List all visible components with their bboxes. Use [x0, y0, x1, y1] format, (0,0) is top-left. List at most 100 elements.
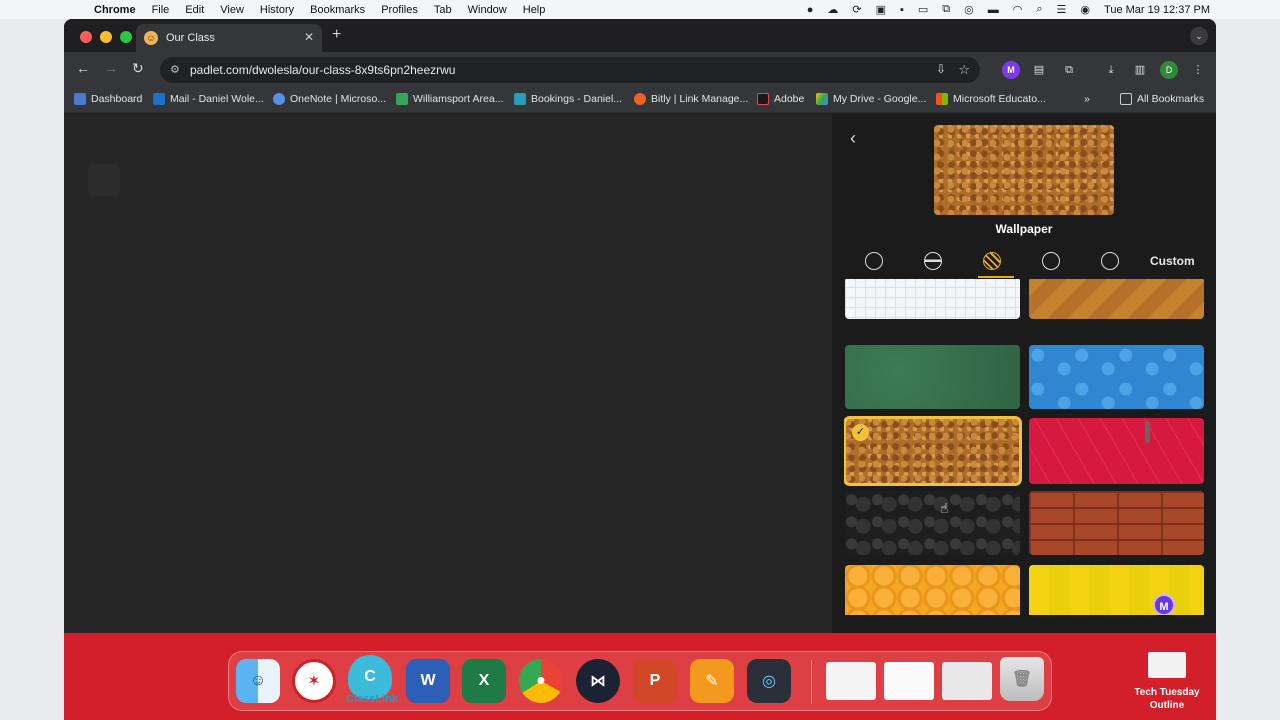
new-tab-button[interactable]: +	[332, 26, 341, 44]
gradient-tab-icon[interactable]	[924, 252, 942, 270]
tab-title: Our Class	[166, 32, 215, 44]
siri-icon[interactable]: ◉	[1080, 3, 1090, 16]
menu-app-name[interactable]: Chrome	[94, 4, 136, 16]
menu-profiles[interactable]: Profiles	[381, 4, 418, 16]
recent-spreadsheet-thumbnail[interactable]	[884, 662, 934, 700]
screenshot-icon[interactable]: ▣	[876, 3, 886, 16]
bookmarks-overflow-button[interactable]: »	[1084, 93, 1090, 105]
school-district-icon[interactable]: ✶	[292, 659, 336, 703]
control-center-icon[interactable]: ☰	[1057, 3, 1067, 16]
wallpaper-honeycomb[interactable]	[845, 565, 1020, 615]
screencast-icon[interactable]: ⋈	[576, 659, 620, 703]
trash-icon[interactable]: 🗑	[1000, 657, 1044, 701]
excel-icon[interactable]: X	[462, 659, 506, 703]
pages-icon[interactable]: ✎	[690, 659, 734, 703]
pattern-tab-icon[interactable]	[983, 252, 1001, 270]
bookmark-label: Dashboard	[91, 93, 143, 105]
wallpaper-brick[interactable]	[1029, 491, 1204, 555]
wallpaper-red-geometric[interactable]	[1029, 418, 1204, 484]
menu-bookmarks[interactable]: Bookmarks	[310, 4, 365, 16]
all-bookmarks-folder[interactable]: All Bookmarks	[1120, 93, 1204, 105]
zoom-window-button[interactable]	[120, 31, 132, 43]
recent-screenshot-thumbnail[interactable]	[942, 662, 992, 700]
bookmark-microsoft-educator[interactable]: Microsoft Educato...	[936, 93, 1046, 105]
menu-view[interactable]: View	[220, 4, 244, 16]
microsoft-icon	[936, 93, 948, 105]
sync-icon[interactable]: ⟳	[852, 3, 861, 16]
menu-help[interactable]: Help	[523, 4, 546, 16]
padlet-page: ‹ Wallpaper Custom ✓ M	[64, 114, 1216, 633]
tab-our-class[interactable]: ☺ Our Class ✕	[136, 24, 322, 52]
browser-toolbar: ← → ↻ ⚙ padlet.com/dwolesla/our-class-8x…	[64, 52, 1216, 88]
menu-window[interactable]: Window	[468, 4, 507, 16]
bookmark-my-drive[interactable]: My Drive - Google...	[816, 93, 926, 105]
wallpaper-grid-paper[interactable]	[845, 279, 1020, 319]
bookmark-bitly[interactable]: Bitly | Link Manage...	[634, 93, 748, 105]
battery-icon[interactable]: ▬	[988, 4, 999, 16]
dimmed-board-overlay[interactable]	[64, 114, 832, 633]
profile-avatar[interactable]: D	[1160, 61, 1178, 79]
close-window-button[interactable]	[80, 31, 92, 43]
wallpaper-black-paisley[interactable]	[845, 491, 1020, 555]
quicktime-icon[interactable]: ◎	[747, 659, 791, 703]
menu-file[interactable]: File	[152, 4, 170, 16]
minimize-window-button[interactable]	[100, 31, 112, 43]
menu-edit[interactable]: Edit	[185, 4, 204, 16]
cloud-icon[interactable]: ☁	[827, 3, 838, 16]
desktop-file-label[interactable]: Tech Tuesday Outline	[1120, 686, 1214, 712]
wifi-icon[interactable]: ◠	[1013, 3, 1023, 16]
airplay-icon[interactable]: ◎	[964, 3, 974, 16]
display-icon[interactable]: ▭	[918, 3, 928, 16]
solid-color-tab-icon[interactable]	[865, 252, 883, 270]
side-panel-icon[interactable]: ▥	[1131, 61, 1149, 79]
dashboard-icon	[74, 93, 86, 105]
app-5-icon[interactable]: ▪	[900, 4, 904, 16]
extensions-icon[interactable]: ⧉	[1060, 61, 1078, 79]
wallpaper-corkboard-selected[interactable]: ✓	[844, 416, 1022, 486]
back-button[interactable]: ←	[76, 60, 90, 76]
m-extension-badge-icon[interactable]: M	[1153, 594, 1175, 615]
bookmark-adobe[interactable]: Adobe	[757, 93, 804, 105]
wallpaper-orange-geometric[interactable]	[1029, 279, 1204, 319]
reload-button[interactable]: ↻	[132, 60, 144, 77]
address-bar[interactable]: ⚙ padlet.com/dwolesla/our-class-8x9ts6pn…	[160, 57, 980, 83]
bookmark-star-icon[interactable]: ☆	[958, 62, 970, 78]
extension-m-button[interactable]: M	[1002, 61, 1020, 79]
bookmark-mail[interactable]: Mail - Daniel Wole...	[153, 93, 264, 105]
wallpaper-blue-stars[interactable]	[1029, 345, 1204, 409]
menu-history[interactable]: History	[260, 4, 294, 16]
panel-scrollbar[interactable]	[1145, 421, 1150, 443]
menu-tab[interactable]: Tab	[434, 4, 452, 16]
back-chevron-icon[interactable]: ‹	[850, 128, 856, 149]
art-tab-icon[interactable]	[1042, 252, 1060, 270]
onenote-icon	[273, 93, 285, 105]
wallpaper-green-felt[interactable]	[845, 345, 1020, 409]
site-info-icon[interactable]: ⚙	[170, 63, 180, 76]
bookmark-onenote[interactable]: OneNote | Microso...	[273, 93, 386, 105]
reader-icon[interactable]: ▤	[1030, 61, 1048, 79]
finder-icon[interactable]: ☺	[236, 659, 280, 703]
tab-search-button[interactable]: ⌄	[1190, 27, 1208, 45]
chrome-icon[interactable]: ●	[519, 659, 563, 703]
downloads-icon[interactable]: ⤓	[1102, 61, 1120, 79]
wallpaper-yellow-tiles[interactable]: M	[1029, 565, 1204, 615]
bookmark-dashboard[interactable]: Dashboard	[74, 93, 142, 105]
menu-clock[interactable]: Tue Mar 19 12:37 PM	[1104, 4, 1210, 16]
recent-document-thumbnail[interactable]	[826, 662, 876, 700]
bookmark-bookings[interactable]: Bookings - Daniel...	[514, 93, 622, 105]
wallpaper-preview	[934, 125, 1114, 215]
word-icon[interactable]: W	[406, 659, 450, 703]
install-app-icon[interactable]: ⇩	[936, 62, 946, 76]
docx-file-icon[interactable]	[1148, 652, 1186, 678]
photo-tab-icon[interactable]	[1101, 252, 1119, 270]
forward-button[interactable]: →	[104, 60, 118, 76]
padlet-favicon-icon: ☺	[144, 31, 158, 45]
custom-tab[interactable]: Custom	[1150, 254, 1195, 268]
powerpoint-icon[interactable]: P	[633, 659, 677, 703]
mirror-icon[interactable]: ⧉	[942, 3, 950, 16]
chrome-menu-icon[interactable]: ⋮	[1189, 61, 1207, 79]
bookmark-williamsport[interactable]: Williamsport Area...	[396, 93, 503, 105]
search-icon[interactable]: ⌕	[1036, 3, 1042, 16]
tab-close-icon[interactable]: ✕	[304, 30, 314, 44]
record-icon[interactable]: ●	[807, 4, 814, 16]
